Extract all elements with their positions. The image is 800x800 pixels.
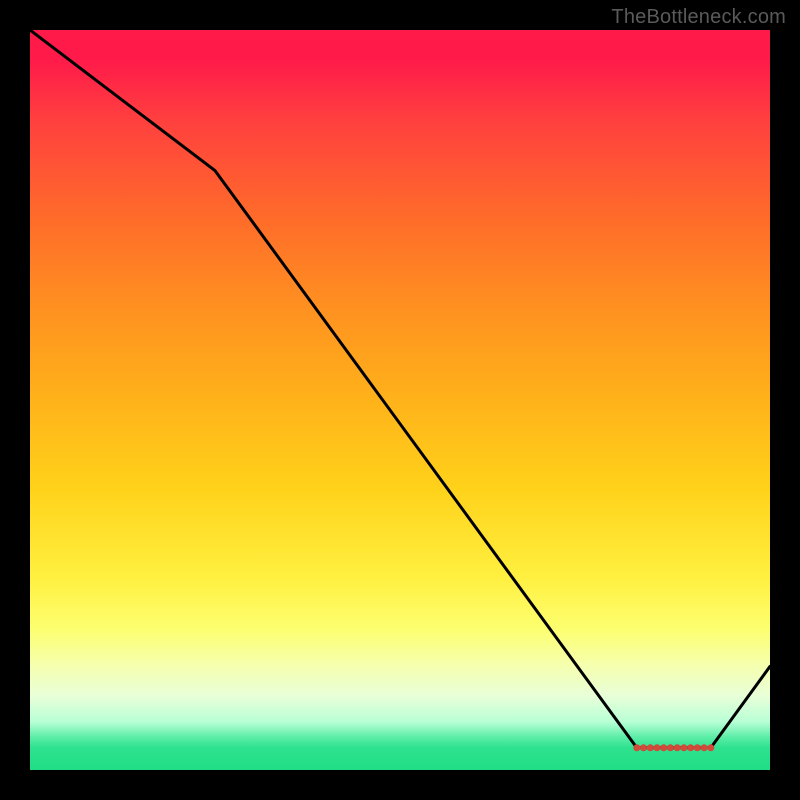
- plateau-dot: [660, 744, 667, 751]
- plateau-dot: [674, 744, 681, 751]
- plateau-dot: [707, 744, 714, 751]
- watermark-text: TheBottleneck.com: [611, 6, 786, 29]
- chart-plot-area: [30, 30, 770, 770]
- chart-svg: [30, 30, 770, 770]
- plateau-dot: [654, 744, 661, 751]
- chart-line: [30, 30, 770, 748]
- plateau-dot: [633, 744, 640, 751]
- plateau-dot: [687, 744, 694, 751]
- plateau-dot: [701, 744, 708, 751]
- plateau-dot: [647, 744, 654, 751]
- plateau-dot: [694, 744, 701, 751]
- plateau-dot: [640, 744, 647, 751]
- plateau-dots-group: [633, 744, 714, 751]
- plateau-dot: [667, 744, 674, 751]
- plateau-dot: [680, 744, 687, 751]
